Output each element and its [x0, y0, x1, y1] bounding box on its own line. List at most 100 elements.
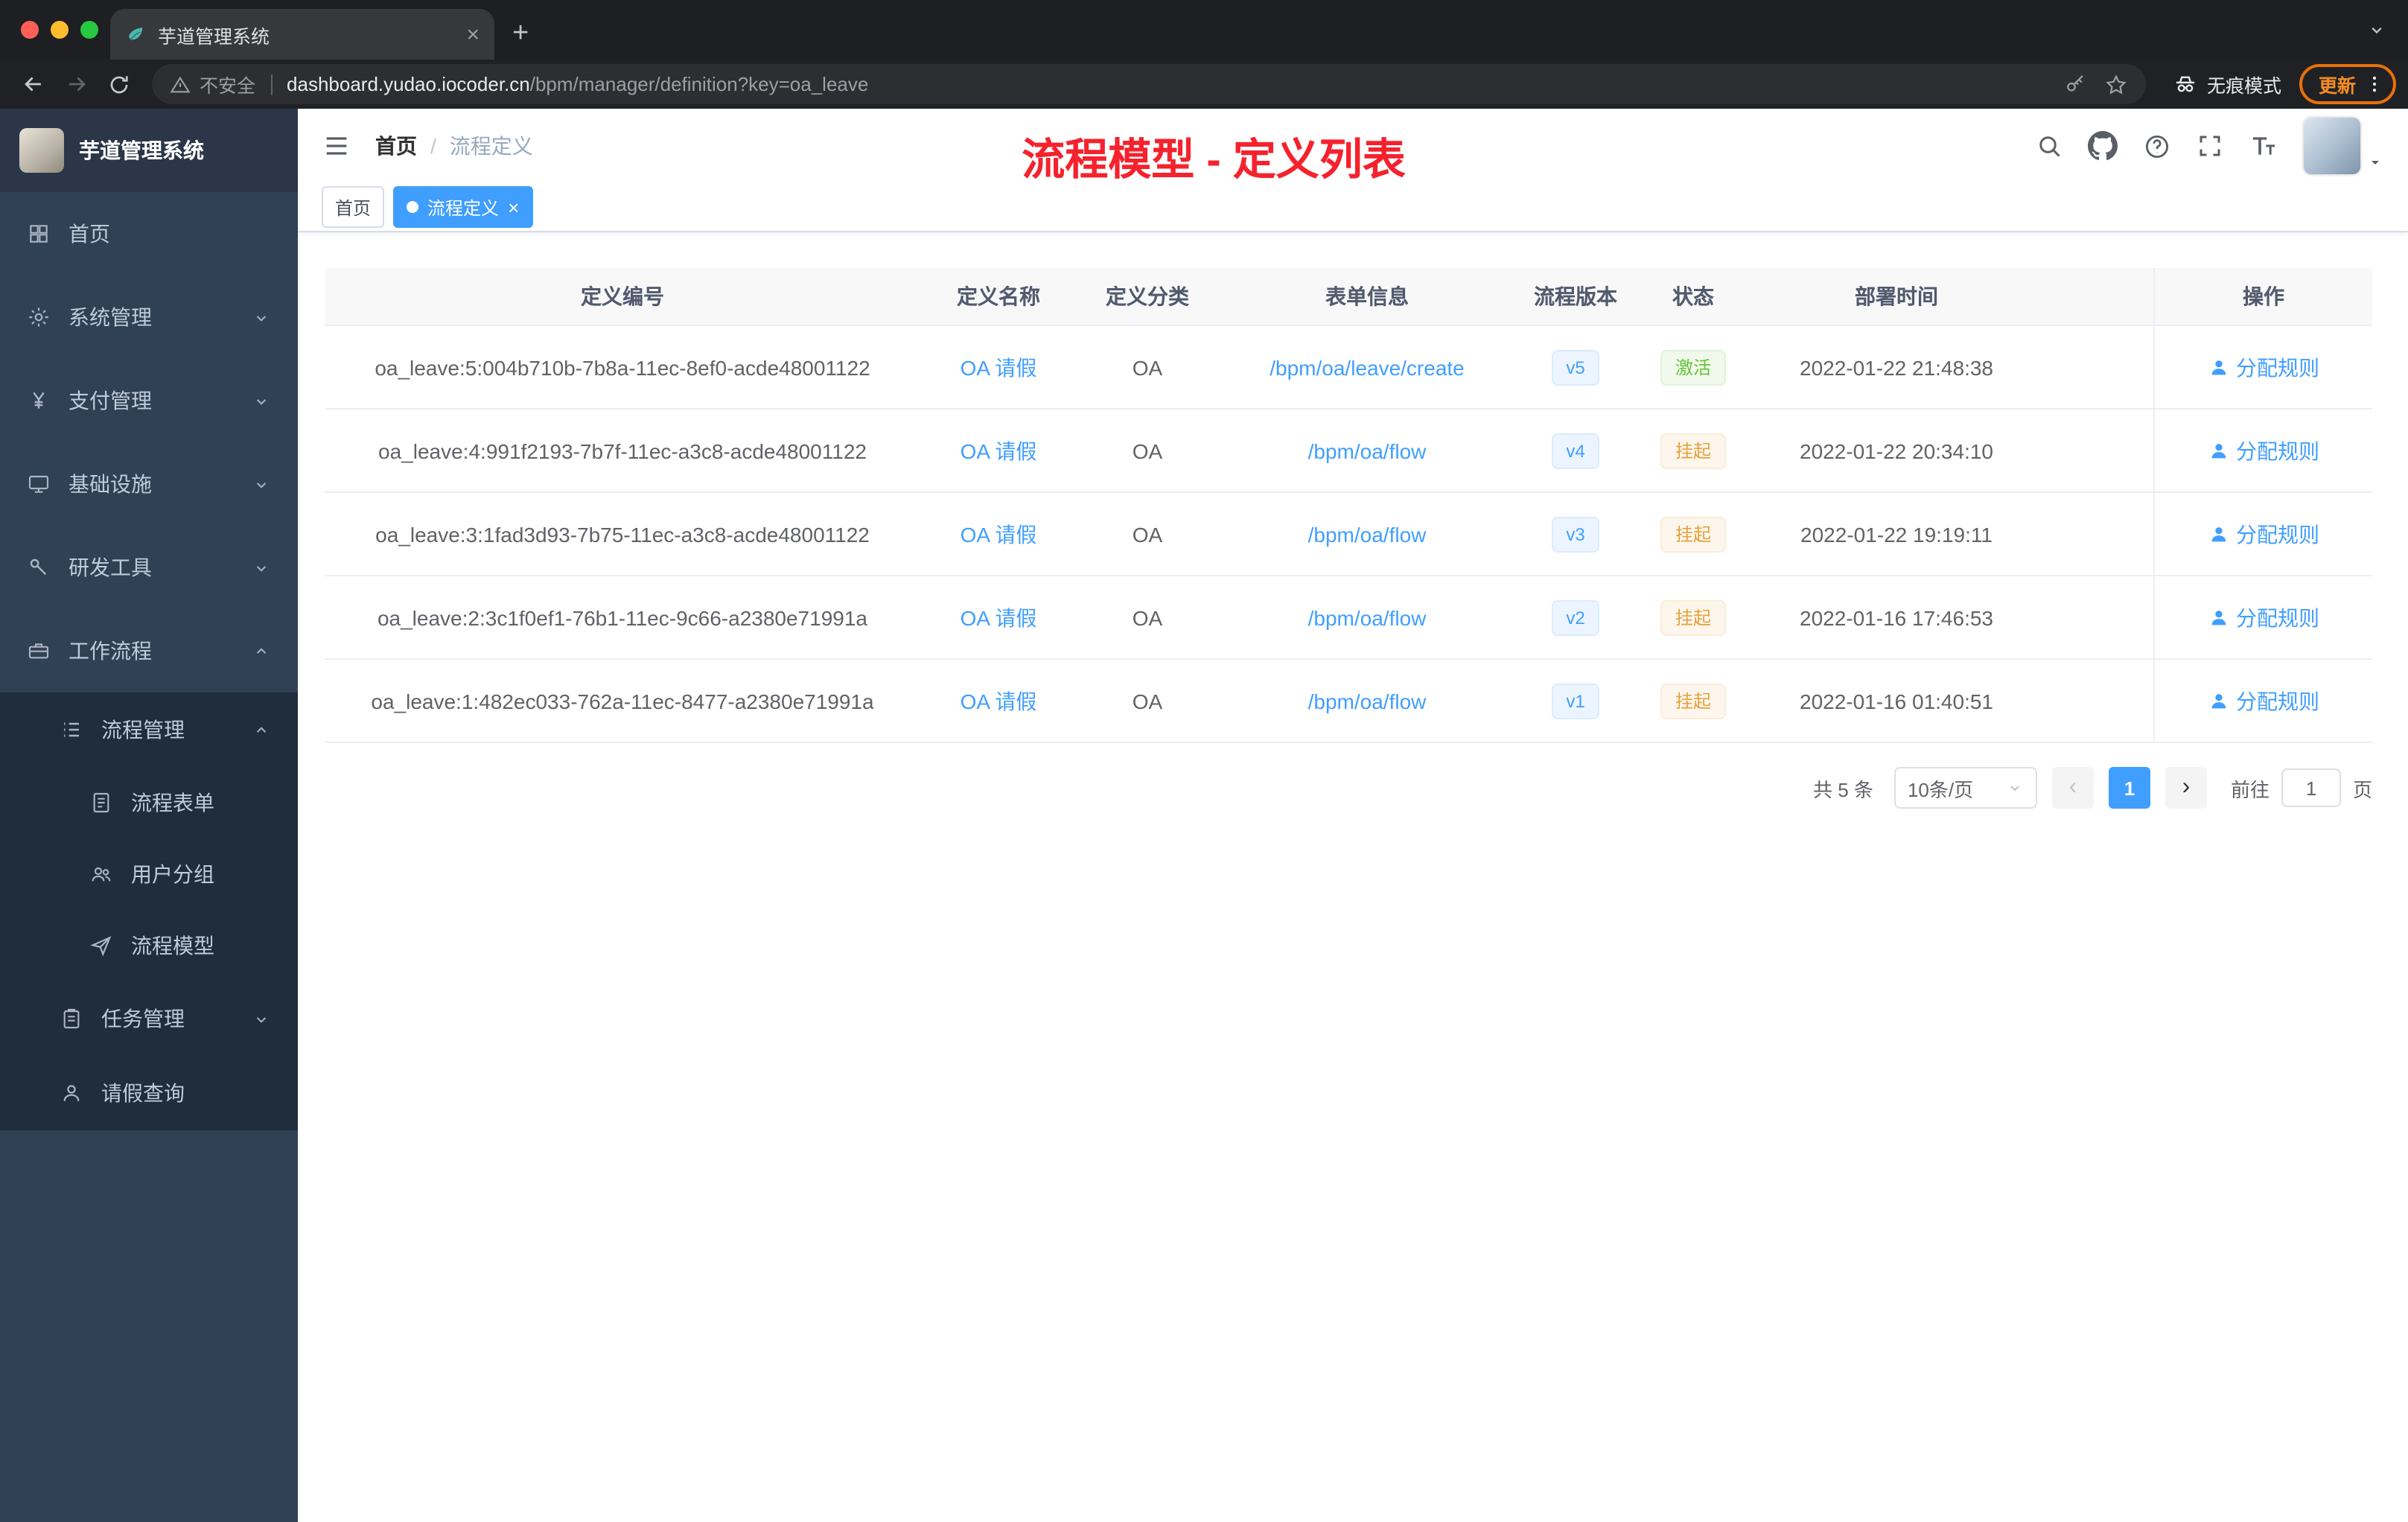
- bookmark-star-icon[interactable]: [2104, 72, 2128, 96]
- definition-category: OA: [1132, 522, 1163, 546]
- column-filler: [2042, 268, 2153, 325]
- sidebar-item-process-model[interactable]: 流程模型: [0, 910, 298, 981]
- sidebar-item-system-manage[interactable]: 系统管理: [0, 276, 298, 359]
- sidebar-item-payment-manage[interactable]: 支付管理: [0, 359, 298, 442]
- tab-search-chevron-icon[interactable]: [2366, 19, 2387, 40]
- form-link[interactable]: /bpm/oa/flow: [1308, 689, 1427, 713]
- back-button[interactable]: [21, 71, 46, 97]
- window-close-button[interactable]: [21, 21, 39, 39]
- sidebar-item-label: 研发工具: [69, 555, 152, 579]
- definition-name-link[interactable]: OA 请假: [961, 519, 1037, 549]
- search-icon[interactable]: [2036, 133, 2063, 159]
- chevron-up-icon: [252, 720, 271, 739]
- sidebar-item-devtools[interactable]: 研发工具: [0, 526, 298, 609]
- tag-close-icon[interactable]: ×: [508, 197, 519, 217]
- assign-rule-link[interactable]: 分配规则: [2208, 436, 2319, 465]
- deploy-time: 2022-01-22 21:48:38: [1800, 355, 1993, 379]
- definition-category: OA: [1132, 439, 1163, 462]
- definition-name-link[interactable]: OA 请假: [961, 602, 1037, 632]
- url-text[interactable]: dashboard.yudao.iocoder.cn/bpm/manager/d…: [287, 73, 868, 95]
- github-icon[interactable]: [2088, 131, 2118, 161]
- pagination-total: 共 5 条: [1813, 778, 1873, 800]
- incognito-icon: [2173, 71, 2198, 97]
- sidebar-item-user-group[interactable]: 用户分组: [0, 838, 298, 910]
- definition-name-link[interactable]: OA 请假: [961, 686, 1037, 716]
- prev-page-button[interactable]: ‹: [2051, 767, 2094, 809]
- leave-icon: [60, 1081, 83, 1105]
- font-size-icon[interactable]: [2249, 131, 2278, 161]
- sidebar-item-label: 流程表单: [131, 791, 214, 815]
- avatar[interactable]: [2304, 118, 2360, 174]
- help-question-icon[interactable]: [2143, 132, 2171, 160]
- browser-tab[interactable]: 芋道管理系统 ×: [110, 9, 494, 60]
- status-badge: 挂起: [1660, 599, 1726, 635]
- assign-rule-link[interactable]: 分配规则: [2208, 519, 2319, 549]
- sidebar-item-workflow[interactable]: 工作流程: [0, 609, 298, 692]
- form-link[interactable]: /bpm/oa/flow: [1308, 605, 1427, 629]
- definition-table: 定义编号 定义名称 定义分类 表单信息 流程版本 状态 部署时间 操作 oa_l…: [325, 268, 2372, 743]
- form-icon: [89, 791, 113, 815]
- column-header: 流程版本: [1534, 284, 1617, 308]
- tab-close-icon[interactable]: ×: [466, 23, 480, 45]
- user-icon: [2208, 523, 2229, 544]
- sidebar-item-label: 任务管理: [101, 1007, 185, 1031]
- version-tag: v4: [1551, 433, 1600, 468]
- definition-id: oa_leave:4:991f2193-7b7f-11ec-a3c8-acde4…: [378, 439, 867, 462]
- definition-name-link[interactable]: OA 请假: [961, 436, 1037, 465]
- form-link[interactable]: /bpm/oa/flow: [1308, 439, 1427, 462]
- status-badge: 激活: [1660, 349, 1726, 385]
- goto-unit-label: 页: [2352, 778, 2372, 800]
- sidebar-item-label: 流程管理: [101, 718, 185, 742]
- chrome-update-chip[interactable]: 更新: [2299, 64, 2396, 104]
- sidebar-logo: 芋道管理系统: [0, 109, 298, 192]
- infrastructure-icon: [27, 472, 51, 496]
- status-badge: 挂起: [1660, 433, 1726, 468]
- assign-rule-link[interactable]: 分配规则: [2208, 352, 2319, 382]
- row-filler: [2042, 410, 2153, 491]
- security-indicator[interactable]: 不安全: [170, 70, 255, 98]
- goto-page-input[interactable]: [2281, 768, 2341, 807]
- sidebar-item-leave-query[interactable]: 请假查询: [0, 1056, 298, 1130]
- assign-rule-link[interactable]: 分配规则: [2208, 686, 2319, 716]
- sidebar-item-task-manage[interactable]: 任务管理: [0, 981, 298, 1056]
- sidebar-item-process-form[interactable]: 流程表单: [0, 767, 298, 838]
- sidebar-item-label: 系统管理: [69, 305, 152, 329]
- reload-button[interactable]: [107, 72, 131, 96]
- caret-down-icon: [2366, 153, 2384, 171]
- user-icon: [2208, 440, 2229, 461]
- page-size-select[interactable]: 10条/页: [1893, 767, 2037, 809]
- address-bar[interactable]: 不安全 dashboard.yudao.iocoder.cn/bpm/manag…: [152, 64, 2146, 104]
- browser-menu-kebab-icon[interactable]: [2363, 73, 2386, 95]
- new-tab-button[interactable]: +: [512, 19, 529, 48]
- tag-home[interactable]: 首页: [322, 186, 385, 228]
- model-icon: [89, 934, 113, 958]
- sidebar-item-home[interactable]: 首页: [0, 192, 298, 276]
- current-page-button[interactable]: 1: [2108, 767, 2150, 809]
- process-manage-icon: [60, 718, 83, 742]
- form-link[interactable]: /bpm/oa/flow: [1308, 522, 1427, 546]
- forward-button[interactable]: [64, 71, 89, 97]
- window-zoom-button[interactable]: [80, 21, 98, 39]
- column-header: 部署时间: [1855, 284, 1938, 308]
- deploy-time: 2022-01-22 19:19:11: [1800, 522, 1993, 546]
- user-menu[interactable]: [2304, 118, 2384, 174]
- form-link[interactable]: /bpm/oa/leave/create: [1270, 355, 1465, 379]
- page-content: 定义编号 定义名称 定义分类 表单信息 流程版本 状态 部署时间 操作 oa_l…: [298, 232, 2408, 1522]
- tag-process-definition[interactable]: 流程定义 ×: [393, 186, 533, 228]
- update-label: 更新: [2318, 76, 2356, 97]
- breadcrumb-home[interactable]: 首页: [375, 131, 417, 161]
- definition-name-link[interactable]: OA 请假: [961, 352, 1037, 382]
- sidebar-item-process-manage[interactable]: 流程管理: [0, 692, 298, 767]
- password-key-icon[interactable]: [2064, 73, 2086, 95]
- dashboard-icon: [27, 222, 51, 246]
- sidebar-item-label: 首页: [69, 222, 110, 246]
- fullscreen-icon[interactable]: [2197, 133, 2223, 159]
- goto-page: 前往 页: [2231, 768, 2372, 807]
- window-minimize-button[interactable]: [51, 21, 69, 39]
- tag-label: 首页: [335, 197, 372, 218]
- url-host: dashboard.yudao.iocoder.cn: [287, 73, 530, 95]
- assign-rule-link[interactable]: 分配规则: [2208, 602, 2319, 632]
- next-page-button[interactable]: ›: [2165, 767, 2207, 809]
- sidebar-collapse-button[interactable]: [322, 131, 351, 161]
- sidebar-item-infrastructure[interactable]: 基础设施: [0, 442, 298, 526]
